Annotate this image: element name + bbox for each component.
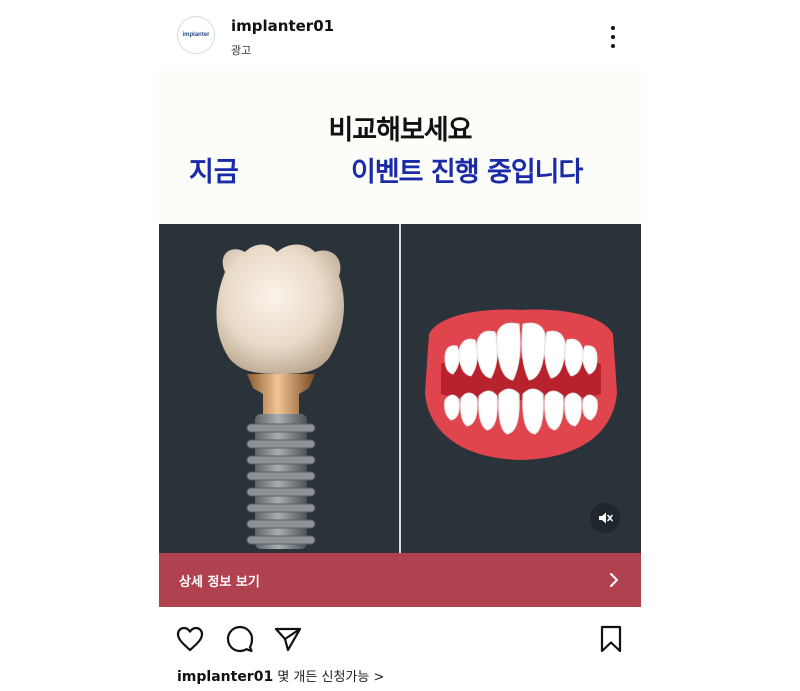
bookmark-icon[interactable] <box>596 624 626 654</box>
post-header: implanter implanter01 광고 <box>159 0 641 70</box>
ad-subline-right: 이벤트 진행 중입니다 <box>351 157 583 188</box>
ad-subline-left: 지금 <box>189 157 239 188</box>
avatar-logo-text: implanter <box>182 32 210 38</box>
heart-icon[interactable] <box>175 624 205 654</box>
caption: implanter01 몇 개든 신청가능 > <box>177 666 384 685</box>
cta-label: 상세 정보 보기 <box>179 575 260 590</box>
action-bar <box>159 620 641 654</box>
chevron-right-icon <box>607 572 621 592</box>
username[interactable]: implanter01 <box>231 17 334 35</box>
more-vertical-icon[interactable] <box>605 26 621 48</box>
volume-muted-icon[interactable] <box>590 503 620 533</box>
dental-implant-image <box>159 224 399 553</box>
caption-text[interactable]: 몇 개든 신청가능 > <box>277 670 384 685</box>
ad-media[interactable]: 비교해보세요 지금 이벤트 진행 중입니다 상세 정보 보기 <box>159 70 641 607</box>
sponsored-label: 광고 <box>231 44 252 57</box>
send-icon[interactable] <box>273 624 303 654</box>
learn-more-button[interactable]: 상세 정보 보기 <box>159 553 641 607</box>
ad-headline: 비교해보세요 <box>328 115 472 146</box>
comment-icon[interactable] <box>225 624 255 654</box>
ad-banner: 비교해보세요 지금 이벤트 진행 중입니다 <box>159 70 641 224</box>
avatar[interactable]: implanter <box>177 16 215 54</box>
caption-username[interactable]: implanter01 <box>177 669 273 685</box>
ad-post: implanter implanter01 광고 비교해보세요 지금 이벤트 진… <box>159 0 641 691</box>
